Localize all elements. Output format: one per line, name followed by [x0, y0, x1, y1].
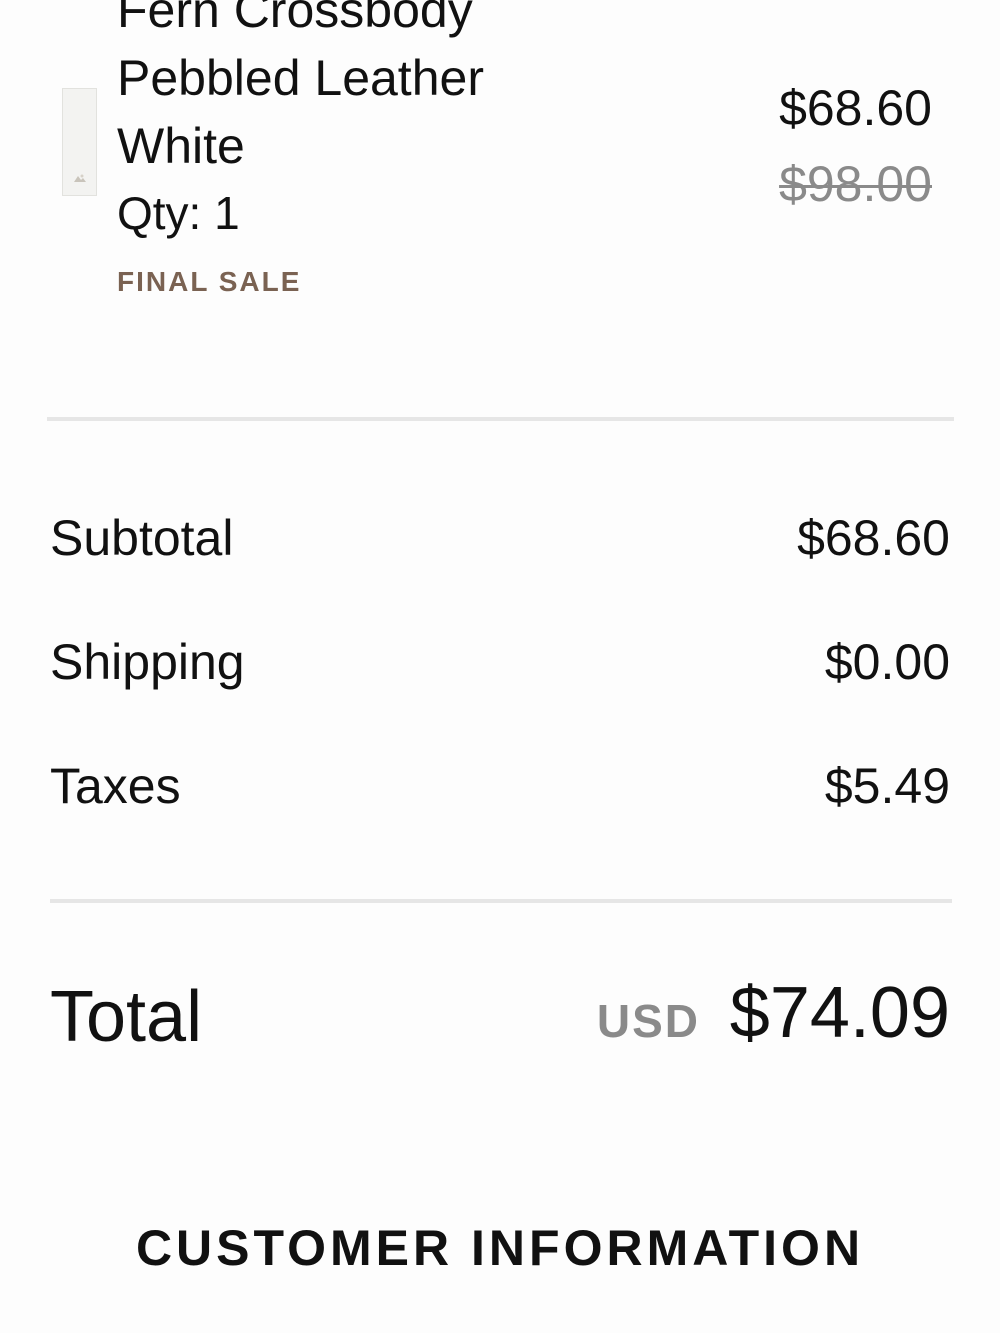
shipping-row: Shipping $0.00	[50, 630, 950, 694]
taxes-label: Taxes	[50, 758, 181, 814]
total-row: Total USD $74.09	[50, 972, 950, 1062]
product-thumbnail[interactable]	[62, 88, 97, 196]
product-image-icon	[74, 174, 86, 182]
customer-information-heading: CUSTOMER INFORMATION	[135, 1220, 865, 1276]
sale-price: $68.60	[779, 80, 932, 136]
subtotal-value: $68.60	[797, 510, 950, 566]
total-label: Total	[50, 977, 203, 1057]
product-quantity: Qty: 1	[117, 187, 240, 239]
total-amount: $74.09	[729, 973, 950, 1053]
shipping-label: Shipping	[50, 634, 245, 690]
taxes-row: Taxes $5.49	[50, 754, 950, 818]
currency-code: USD	[596, 995, 700, 1047]
final-sale-badge: FINAL SALE	[117, 266, 302, 297]
shipping-value: $0.00	[824, 634, 950, 690]
divider	[47, 417, 954, 421]
divider	[50, 899, 952, 903]
order-line-item: Fern Crossbody Pebbled Leather White Qty…	[0, 0, 1000, 340]
original-price: $98.00	[779, 156, 932, 212]
taxes-value: $5.49	[824, 758, 950, 814]
product-name: Fern Crossbody Pebbled Leather White	[117, 0, 484, 174]
subtotal-row: Subtotal $68.60	[50, 506, 950, 570]
subtotal-label: Subtotal	[50, 510, 234, 566]
